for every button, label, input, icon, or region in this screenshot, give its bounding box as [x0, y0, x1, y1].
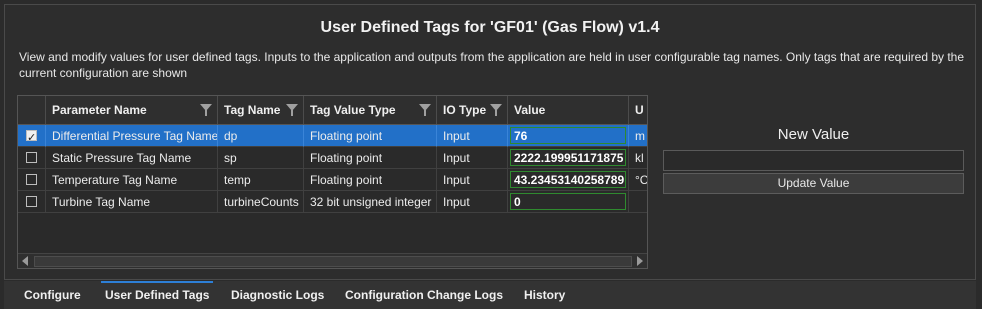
cell-units: °C [629, 169, 647, 191]
column-header-tag-value-type[interactable]: Tag Value Type [304, 96, 437, 124]
cell-tag-name: dp [218, 125, 304, 147]
table-row[interactable]: Temperature Tag Name temp Floating point… [18, 169, 647, 191]
tab-configure[interactable]: Configure [24, 281, 81, 309]
row-checkbox-cell[interactable] [18, 191, 46, 213]
cell-parameter-name: Temperature Tag Name [46, 169, 218, 191]
cell-value[interactable]: 2222.199951171875 [508, 147, 629, 169]
cell-units: kl [629, 147, 647, 169]
cell-tag-name: temp [218, 169, 304, 191]
cell-units [629, 191, 647, 213]
page-description: View and modify values for user defined … [19, 50, 965, 80]
value-highlight [510, 171, 626, 188]
filter-icon[interactable] [419, 104, 431, 116]
update-value-button[interactable]: Update Value [663, 173, 964, 194]
cell-tag-name: turbineCounts [218, 191, 304, 213]
cell-value[interactable]: 76 [508, 125, 629, 147]
filter-icon[interactable] [490, 104, 502, 116]
row-checkbox-cell[interactable] [18, 125, 46, 147]
row-checkbox[interactable] [26, 174, 37, 185]
cell-tag-value-type: 32 bit unsigned integer [304, 191, 437, 213]
tab-configuration-change-logs[interactable]: Configuration Change Logs [345, 281, 503, 309]
tab-diagnostic-logs[interactable]: Diagnostic Logs [231, 281, 324, 309]
grid-header: Parameter Name Tag Name Tag Value Type I… [18, 96, 647, 125]
value-highlight [510, 149, 626, 166]
filter-icon[interactable] [200, 104, 212, 116]
cell-tag-value-type: Floating point [304, 147, 437, 169]
cell-io-type: Input [437, 191, 508, 213]
filter-icon[interactable] [286, 104, 298, 116]
row-checkbox[interactable] [26, 196, 37, 207]
scroll-left-icon[interactable] [22, 256, 28, 266]
cell-units: m [629, 125, 647, 147]
row-checkbox-cell[interactable] [18, 169, 46, 191]
row-checkbox[interactable] [26, 127, 37, 146]
column-header-value[interactable]: Value [508, 96, 629, 124]
cell-io-type: Input [437, 169, 508, 191]
cell-tag-value-type: Floating point [304, 125, 437, 147]
table-row[interactable]: Static Pressure Tag Name sp Floating poi… [18, 147, 647, 169]
new-value-label: New Value [777, 126, 850, 143]
column-header-io-type[interactable]: IO Type [437, 96, 508, 124]
cell-value[interactable]: 43.23453140258789 [508, 169, 629, 191]
value-highlight [510, 193, 626, 210]
cell-parameter-name: Turbine Tag Name [46, 191, 218, 213]
column-header-tag-name[interactable]: Tag Name [218, 96, 304, 124]
header-checkbox-column [18, 96, 46, 124]
column-header-units[interactable]: U [629, 96, 647, 124]
tab-history[interactable]: History [524, 281, 565, 309]
bottom-tab-bar: Configure User Defined Tags Diagnostic L… [4, 281, 976, 309]
horizontal-scrollbar[interactable] [18, 253, 647, 268]
row-checkbox-cell[interactable] [18, 147, 46, 169]
cell-value[interactable]: 0 [508, 191, 629, 213]
cell-io-type: Input [437, 147, 508, 169]
page-title: User Defined Tags for 'GF01' (Gas Flow) … [320, 19, 660, 36]
row-checkbox[interactable] [26, 152, 37, 163]
cell-parameter-name: Differential Pressure Tag Name [46, 125, 218, 147]
cell-io-type: Input [437, 125, 508, 147]
table-row[interactable]: Differential Pressure Tag Name dp Floati… [18, 125, 647, 147]
scroll-right-icon[interactable] [637, 256, 643, 266]
column-header-parameter-name[interactable]: Parameter Name [46, 96, 218, 124]
cell-tag-value-type: Floating point [304, 169, 437, 191]
tab-user-defined-tags[interactable]: User Defined Tags [100, 281, 214, 309]
table-row[interactable]: Turbine Tag Name turbineCounts 32 bit un… [18, 191, 647, 213]
new-value-input[interactable] [663, 150, 964, 171]
tags-grid[interactable]: Parameter Name Tag Name Tag Value Type I… [17, 95, 648, 269]
cell-tag-name: sp [218, 147, 304, 169]
value-highlight [510, 127, 626, 144]
scrollbar-thumb[interactable] [34, 256, 632, 267]
cell-parameter-name: Static Pressure Tag Name [46, 147, 218, 169]
